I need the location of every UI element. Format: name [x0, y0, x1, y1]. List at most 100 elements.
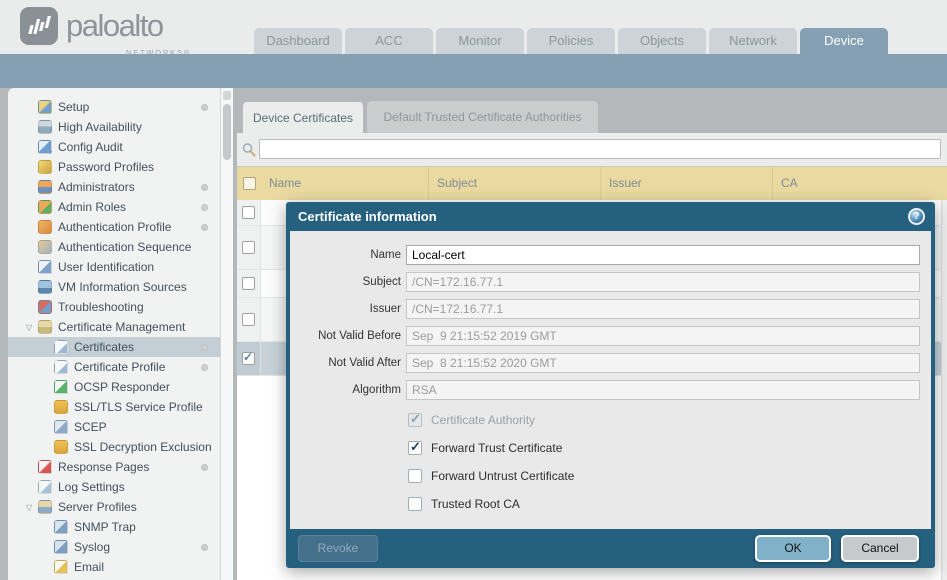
sidebar-item[interactable]: Setup [8, 97, 220, 117]
sidebar-scrollbar[interactable] [220, 88, 233, 580]
row-checkbox-cell [237, 342, 261, 375]
option-checkbox[interactable] [408, 441, 422, 455]
nav-tab[interactable]: Network [709, 28, 797, 54]
field-row: Not Valid Before Sep 9 21:15:52 2019 GMT [290, 322, 931, 349]
sidebar-item-icon [38, 300, 52, 314]
sidebar-item-label: Authentication Sequence [58, 240, 191, 254]
sidebar-item[interactable]: Admin Roles [8, 197, 220, 217]
sidebar-item[interactable]: Response Pages [8, 457, 220, 477]
expander-triangle-icon[interactable] [26, 323, 38, 332]
subtab[interactable]: Device Certificates [242, 101, 364, 133]
sidebar-item[interactable]: OCSP Responder [8, 377, 220, 397]
row-checkbox[interactable] [242, 241, 255, 254]
help-icon[interactable]: ? [908, 208, 925, 225]
nav-tab[interactable]: Objects [618, 28, 706, 54]
name-input[interactable] [406, 245, 920, 265]
subtab[interactable]: Default Trusted Certificate Authorities [367, 101, 598, 133]
scroll-up-button[interactable] [223, 91, 231, 100]
sidebar-item[interactable]: Certificates [8, 337, 220, 357]
sidebar-item[interactable]: SNMP Trap [8, 517, 220, 537]
sidebar-item[interactable]: SCEP [8, 417, 220, 437]
name-field-row: Name [290, 241, 931, 268]
column-header[interactable]: CA [772, 167, 947, 200]
sidebar-item-icon [38, 480, 52, 494]
sidebar-item[interactable]: Certificate Profile [8, 357, 220, 377]
sidebar-item[interactable]: Administrators [8, 177, 220, 197]
option-checkbox[interactable] [408, 469, 422, 483]
field-value: /CN=172.16.77.1 [406, 272, 920, 292]
row-checkbox[interactable] [242, 277, 255, 290]
header-checkbox-cell [237, 177, 261, 190]
sidebar-item[interactable]: Server Profiles [8, 497, 220, 517]
sidebar-item-label: Email [74, 560, 104, 574]
certificate-information-dialog: Certificate information ? Name Subject /… [286, 202, 935, 568]
row-checkbox[interactable] [242, 206, 255, 219]
sidebar-item[interactable]: User Identification [8, 257, 220, 277]
expander-triangle-icon[interactable] [26, 503, 38, 512]
sidebar-item[interactable]: Troubleshooting [8, 297, 220, 317]
scrollbar-thumb[interactable] [223, 104, 231, 160]
nav-tab[interactable]: Monitor [436, 28, 524, 54]
sidebar-item-label: SSL/TLS Service Profile [74, 400, 203, 414]
column-header[interactable]: Subject [428, 167, 600, 200]
checkbox-row: Certificate Authority [408, 406, 931, 434]
sidebar-item-label: Certificate Profile [74, 360, 165, 374]
revoke-button[interactable]: Revoke [298, 535, 378, 562]
sidebar-item-label: VM Information Sources [58, 280, 187, 294]
option-checkbox[interactable] [408, 497, 422, 511]
row-checkbox[interactable] [242, 313, 255, 326]
field-label: Algorithm [290, 384, 401, 396]
sidebar-item-label: Password Profiles [58, 160, 154, 174]
table-header-columns: Name Subject Issuer CA [261, 167, 947, 200]
field-label: Issuer [290, 303, 401, 315]
paloalto-logo: paloalto NETWORKS® [20, 7, 163, 45]
option-checkbox[interactable] [408, 413, 422, 427]
search-icon [241, 142, 257, 158]
checkbox-row: Trusted Root CA [408, 490, 931, 518]
sidebar-item[interactable]: VM Information Sources [8, 277, 220, 297]
ok-button[interactable]: OK [755, 535, 831, 562]
sidebar-item-label: SSL Decryption Exclusion [74, 440, 212, 454]
option-label: Trusted Root CA [431, 497, 520, 511]
column-header[interactable]: Name [261, 167, 428, 200]
sidebar-item-label: SNMP Trap [74, 520, 136, 534]
sidebar-item[interactable]: Log Settings [8, 477, 220, 497]
sidebar-item[interactable]: Password Profiles [8, 157, 220, 177]
status-dot-icon [201, 544, 208, 551]
field-value: RSA [406, 380, 920, 400]
sidebar-item[interactable]: Email [8, 557, 220, 577]
sidebar-item-icon [38, 120, 52, 134]
sidebar-item-label: Log Settings [58, 480, 125, 494]
nav-tab[interactable]: ACC [345, 28, 433, 54]
search-bar [237, 133, 947, 167]
cancel-button[interactable]: Cancel [841, 535, 919, 562]
certificate-options: Certificate Authority Forward Trust Cert… [408, 406, 931, 518]
sidebar-item[interactable]: Authentication Profile [8, 217, 220, 237]
table-scrollbar[interactable] [941, 200, 947, 580]
sidebar-item-label: Admin Roles [58, 200, 126, 214]
nav-tab[interactable]: Dashboard [254, 28, 342, 54]
search-input[interactable] [259, 139, 941, 159]
status-dot-icon [201, 204, 208, 211]
readonly-fields: Subject /CN=172.16.77.1 Issuer /CN=172.1… [290, 268, 931, 403]
column-header[interactable]: Issuer [600, 167, 772, 200]
sidebar-item-icon [54, 380, 68, 394]
sidebar-nav: Setup High Availability Config Audit P [8, 88, 220, 580]
sidebar-item[interactable]: High Availability [8, 117, 220, 137]
select-all-checkbox[interactable] [243, 177, 256, 190]
sidebar-item[interactable]: Authentication Sequence [8, 237, 220, 257]
status-dot-icon [201, 364, 208, 371]
sidebar-item[interactable]: Certificate Management [8, 317, 220, 337]
sidebar-item-label: SCEP [74, 420, 107, 434]
main-nav-tabs: Dashboard ACC Monitor Policies Objects N… [254, 28, 888, 54]
nav-tab[interactable]: Device [800, 28, 888, 54]
sidebar-item-label: Server Profiles [58, 500, 137, 514]
paloalto-logo-icon [20, 7, 58, 45]
row-checkbox[interactable] [242, 352, 255, 365]
sidebar-item[interactable]: Syslog [8, 537, 220, 557]
sidebar-item[interactable]: Config Audit [8, 137, 220, 157]
sidebar-item-label: Administrators [58, 180, 135, 194]
sidebar-item[interactable]: SSL Decryption Exclusion [8, 437, 220, 457]
sidebar-item[interactable]: SSL/TLS Service Profile [8, 397, 220, 417]
nav-tab[interactable]: Policies [527, 28, 615, 54]
